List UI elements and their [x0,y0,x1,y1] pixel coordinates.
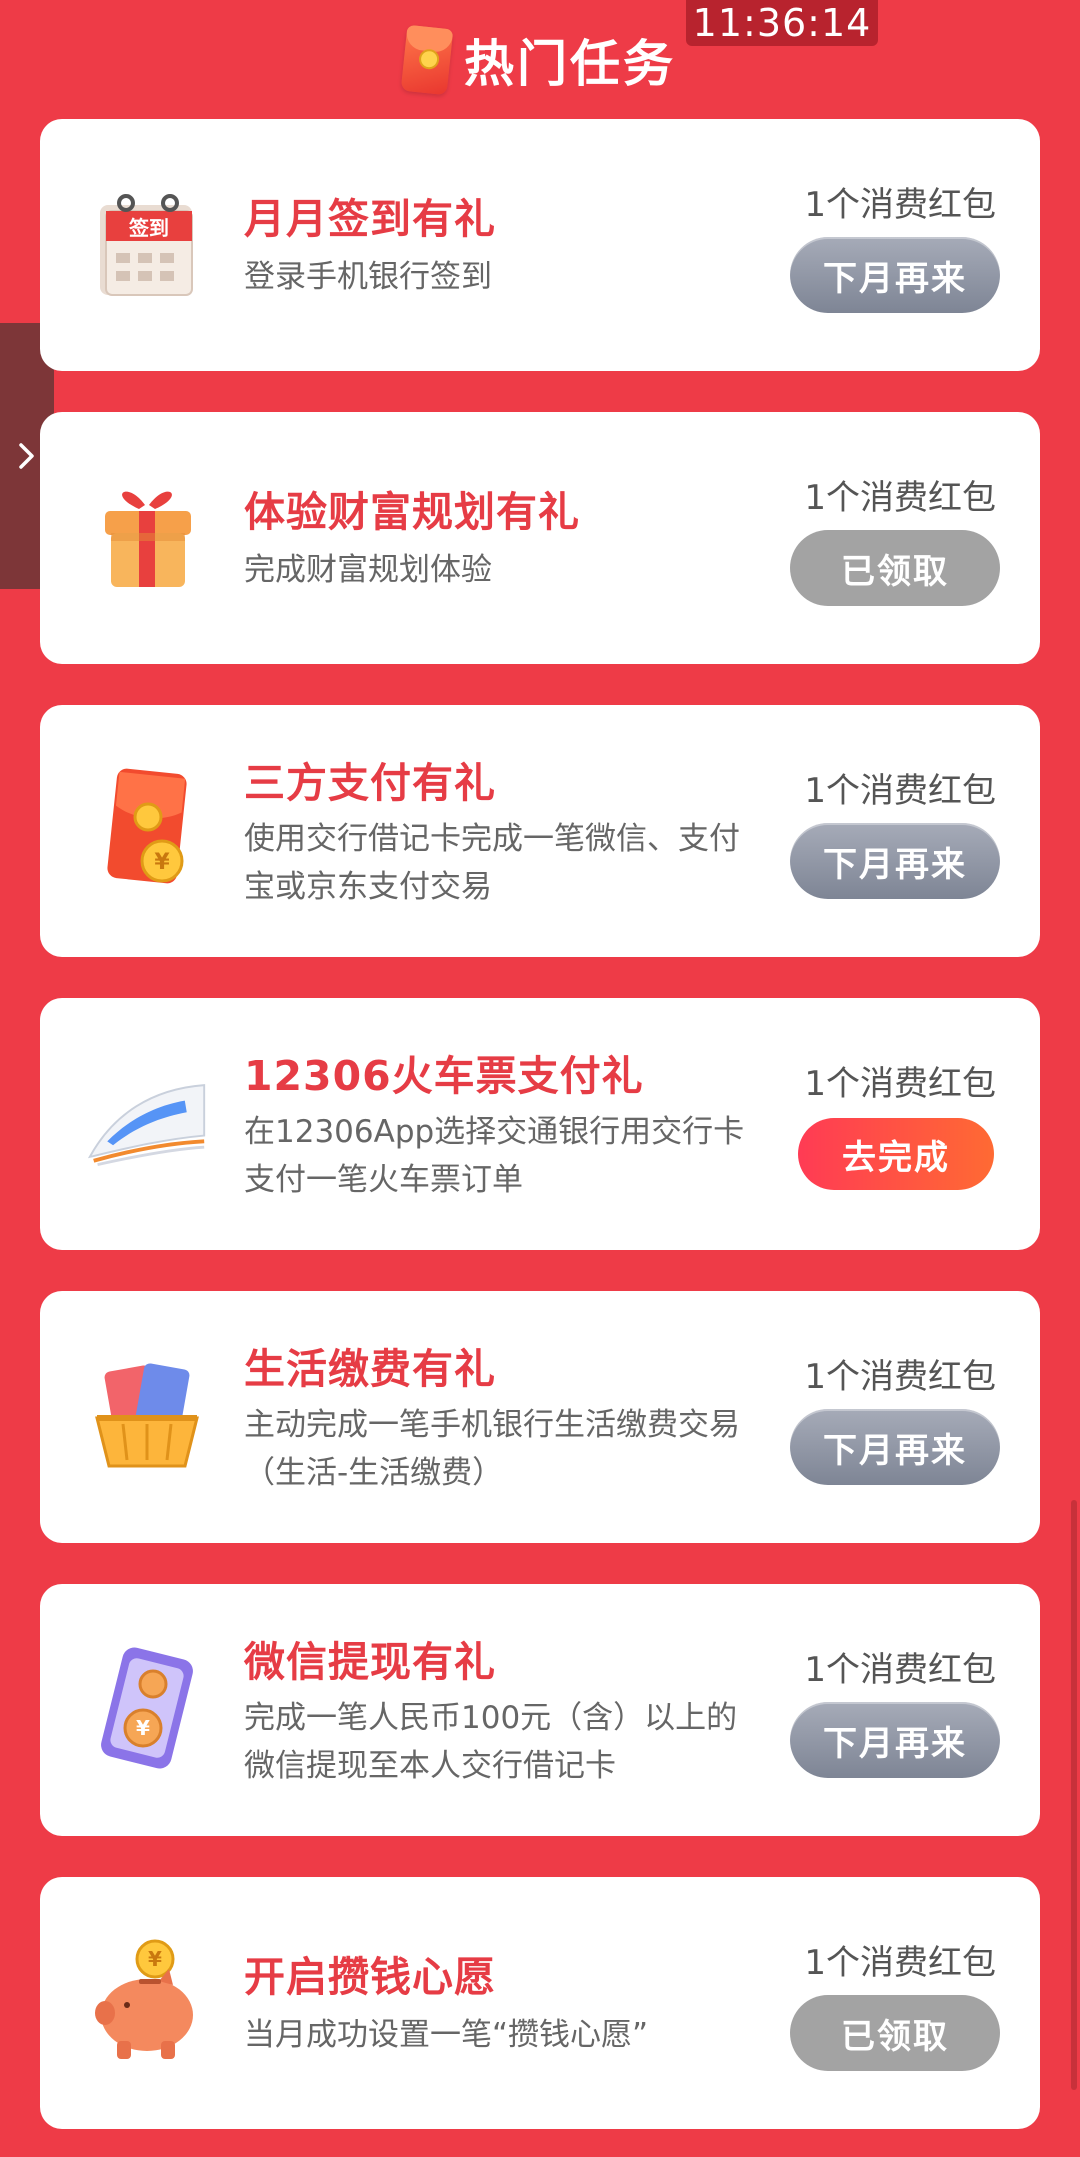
reward-text: 1个消费红包 [804,478,996,518]
task-card: 签到 月月签到有礼 登录手机银行签到 1个消费红包 下月再来 [40,119,1040,371]
svg-text:¥: ¥ [148,1947,162,1971]
scrollbar[interactable] [1071,1500,1077,2090]
next-month-button[interactable]: 下月再来 [790,1409,1000,1485]
reward-text: 1个消费红包 [804,1650,996,1690]
reward-text: 1个消费红包 [804,771,996,811]
task-card: ¥ 开启攒钱心愿 当月成功设置一笔“攒钱心愿” 1个消费红包 已领取 [40,1877,1040,2129]
task-card: 12306火车票支付礼 在12306App选择交通银行用交行卡支付一笔火车票订单… [40,998,1040,1250]
reward-text: 1个消费红包 [804,1943,996,1983]
cards-basket-icon [84,1349,210,1479]
task-title: 微信提现有礼 [244,1638,496,1686]
task-description: 主动完成一笔手机银行生活缴费交易（生活-生活缴费） [244,1407,740,1491]
gift-box-icon [84,470,210,600]
go-complete-button[interactable]: 去完成 [798,1118,994,1190]
calendar-icon: 签到 [84,177,210,307]
task-description: 在12306App选择交通银行用交行卡支付一笔火车票订单 [244,1114,745,1198]
calendar-label: 签到 [128,216,169,240]
task-title: 生活缴费有礼 [244,1345,496,1393]
chevron-right-icon [19,443,34,469]
task-description: 当月成功设置一笔“攒钱心愿” [244,2017,649,2053]
task-title: 月月签到有礼 [244,195,496,243]
next-month-button[interactable]: 下月再来 [790,237,1000,313]
reward-text: 1个消费红包 [804,185,996,225]
task-title: 开启攒钱心愿 [244,1953,496,2001]
task-description: 登录手机银行签到 [244,259,492,295]
task-description: 使用交行借记卡完成一笔微信、支付宝或京东支付交易 [244,821,740,905]
task-description: 完成一笔人民币100元（含）以上的微信提现至本人交行借记卡 [244,1700,738,1784]
header: 热门任务 [0,0,1080,118]
train-icon [84,1056,210,1186]
task-description: 完成财富规划体验 [244,552,492,588]
task-title: 体验财富规划有礼 [244,488,580,536]
reward-text: 1个消费红包 [804,1357,996,1397]
reward-text: 1个消费红包 [804,1064,996,1104]
svg-text:¥: ¥ [136,1716,150,1740]
task-card: ¥ 三方支付有礼 使用交行借记卡完成一笔微信、支付宝或京东支付交易 1个消费红包… [40,705,1040,957]
next-month-button[interactable]: 下月再来 [790,1702,1000,1778]
red-envelope-icon [400,24,454,96]
phone-coins-icon: ¥ [84,1642,210,1772]
page-title: 热门任务 [464,35,676,93]
claimed-button[interactable]: 已领取 [790,530,1000,606]
header-content: 热门任务 [400,24,676,96]
task-card: 生活缴费有礼 主动完成一笔手机银行生活缴费交易（生活-生活缴费） 1个消费红包 … [40,1291,1040,1543]
red-envelope-icon: ¥ [84,763,210,893]
screen: 热门任务 11:36:14 签到 月月签到有礼 登录手机银行签到 1个消费红包 … [0,0,1080,2157]
claimed-button[interactable]: 已领取 [790,1995,1000,2071]
timestamp-badge: 11:36:14 [686,0,878,46]
task-card: 体验财富规划有礼 完成财富规划体验 1个消费红包 已领取 [40,412,1040,664]
task-card: ¥ 微信提现有礼 完成一笔人民币100元（含）以上的微信提现至本人交行借记卡 1… [40,1584,1040,1836]
piggy-bank-icon: ¥ [84,1935,210,2065]
task-title: 12306火车票支付礼 [244,1052,644,1100]
svg-text:¥: ¥ [154,850,170,875]
next-month-button[interactable]: 下月再来 [790,823,1000,899]
task-title: 三方支付有礼 [244,759,496,807]
